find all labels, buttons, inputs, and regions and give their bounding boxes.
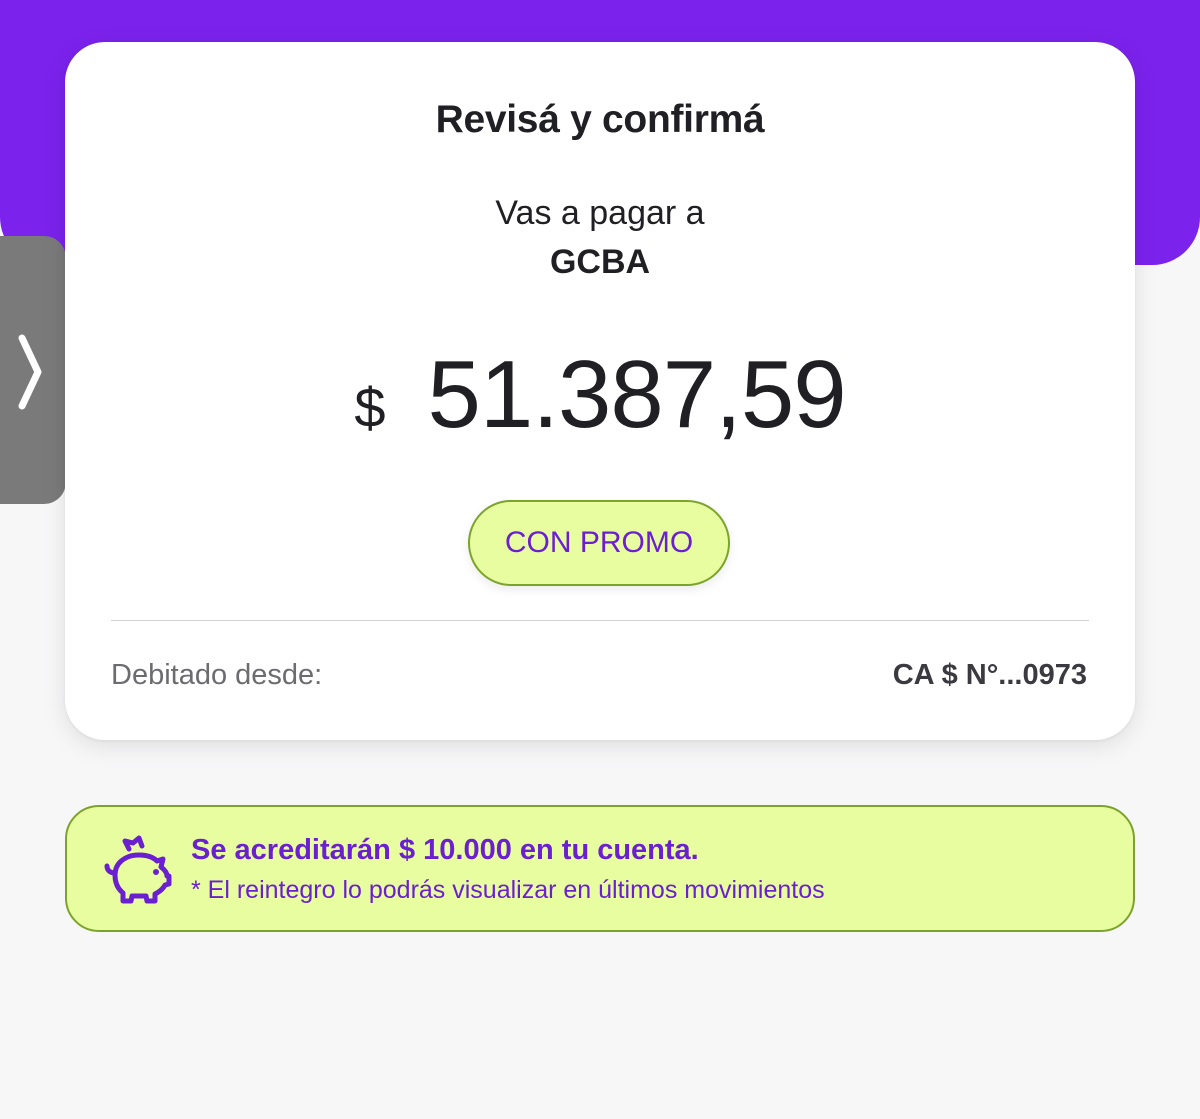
banner-subtitle: * El reintegro lo podrás visualizar en ú… <box>191 876 825 904</box>
divider <box>111 620 1089 621</box>
payment-amount: 51.387,59 <box>427 341 847 448</box>
side-drawer-tab[interactable] <box>0 236 66 504</box>
debit-account: CA $ N°...0973 <box>892 659 1087 691</box>
page-title: Revisá y confirmá <box>435 98 765 141</box>
confirmation-card: Revisá y confirmá Vas a pagar a GCBA $ 5… <box>65 42 1135 740</box>
piggy-bank-icon <box>104 835 172 904</box>
banner-title: Se acreditarán $ 10.000 en tu cuenta. <box>191 834 699 866</box>
amount-row: $ 51.387,59 <box>65 340 1135 450</box>
pay-to-label: Vas a pagar a <box>495 194 705 232</box>
debit-label: Debitado desde: <box>111 659 323 691</box>
payee-name: GCBA <box>549 243 651 281</box>
promo-badge: CON PROMO <box>468 500 730 586</box>
currency-symbol: $ <box>354 376 386 439</box>
refund-promo-banner: Se acreditarán $ 10.000 en tu cuenta. * … <box>65 805 1135 932</box>
chevron-right-icon <box>18 334 42 410</box>
